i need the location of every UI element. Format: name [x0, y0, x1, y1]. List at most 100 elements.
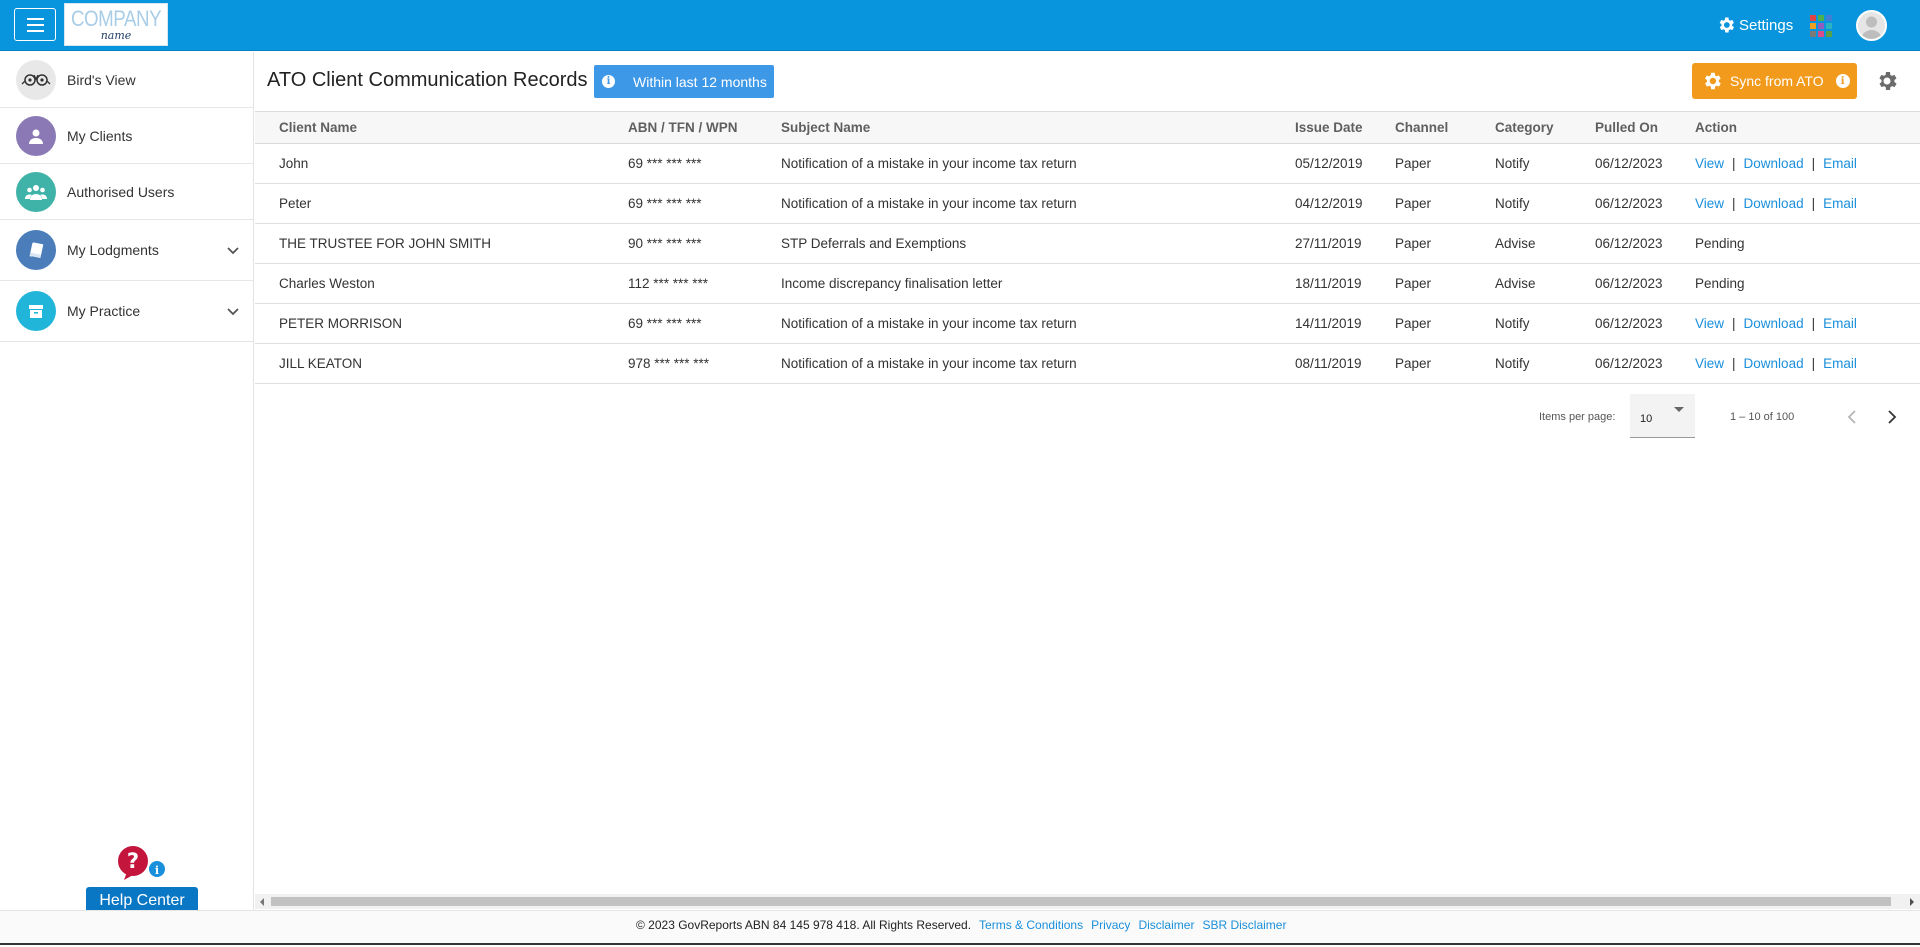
- sidebar-item-label: My Practice: [67, 303, 141, 319]
- sidebar-item-label: Authorised Users: [67, 183, 175, 200]
- view-link[interactable]: View: [1695, 356, 1724, 371]
- terms-link[interactable]: Terms & Conditions: [979, 918, 1083, 932]
- menu-button[interactable]: [14, 8, 56, 41]
- page-size-value: 10: [1640, 413, 1653, 425]
- pulled-on-cell: 06/12/2023: [1595, 276, 1663, 291]
- email-link[interactable]: Email: [1823, 196, 1857, 211]
- gear-icon: [1719, 17, 1734, 33]
- user-icon: [16, 115, 56, 156]
- abn-cell: 69 *** *** ***: [628, 156, 702, 171]
- logo-line2: name: [100, 29, 132, 42]
- channel-cell: Paper: [1395, 356, 1432, 371]
- sidebar-item-my-clients[interactable]: My Clients: [0, 108, 253, 164]
- sidebar-item-authorised-users[interactable]: Authorised Users: [0, 164, 253, 220]
- issue-date-cell: 27/11/2019: [1295, 236, 1362, 251]
- column-header-category[interactable]: Category: [1495, 111, 1595, 144]
- date-filter-label: Within last 12 months: [633, 73, 767, 90]
- channel-cell: Paper: [1395, 276, 1432, 291]
- client-name-cell: JILL KEATON: [279, 356, 363, 371]
- settings-link[interactable]: Settings: [1716, 15, 1793, 35]
- table-settings-gear-icon[interactable]: [1875, 69, 1899, 93]
- view-link[interactable]: View: [1695, 196, 1724, 211]
- subject-cell: Notification of a mistake in your income…: [781, 156, 1077, 171]
- sbr-disclaimer-link[interactable]: SBR Disclaimer: [1202, 918, 1286, 932]
- status-text: Pending: [1695, 276, 1745, 291]
- sync-label: Sync from ATO: [1730, 73, 1824, 89]
- user-avatar-icon[interactable]: [1856, 10, 1887, 41]
- table-row: John 69 *** *** *** Notification of a mist…: [255, 144, 1920, 184]
- table-row: JILL KEATON 978 *** *** *** Notification o…: [255, 344, 1920, 384]
- category-cell: Advise: [1495, 236, 1536, 251]
- svg-text:?: ?: [127, 849, 139, 873]
- sidebar-item-birds-view[interactable]: Bird's View: [0, 52, 253, 108]
- channel-cell: Paper: [1395, 316, 1432, 331]
- view-link[interactable]: View: [1695, 316, 1724, 331]
- page-title: ATO Client Communication Records: [267, 69, 588, 91]
- category-cell: Advise: [1495, 276, 1536, 291]
- next-page-button[interactable]: [1881, 406, 1903, 428]
- issue-date-cell: 08/11/2019: [1295, 356, 1362, 371]
- column-header-issue-date[interactable]: Issue Date: [1295, 111, 1395, 144]
- column-header-pulled-on[interactable]: Pulled On: [1595, 111, 1695, 144]
- main-content: ATO Client Communication Records i Withi…: [255, 52, 1920, 910]
- column-header-channel[interactable]: Channel: [1395, 111, 1495, 144]
- scrollbar-thumb[interactable]: [271, 897, 1891, 906]
- help-question-icon: ? i: [118, 846, 165, 880]
- items-per-page-select[interactable]: 10: [1630, 394, 1695, 438]
- sidebar-item-label: My Clients: [67, 127, 133, 144]
- email-link[interactable]: Email: [1823, 316, 1857, 331]
- sync-from-ato-button[interactable]: Sync from ATO i: [1692, 63, 1857, 99]
- action-separator: |: [1811, 356, 1816, 371]
- issue-date-cell: 05/12/2019: [1295, 156, 1363, 171]
- client-name-cell: John: [279, 156, 309, 171]
- apps-grid-icon[interactable]: [1810, 15, 1832, 37]
- date-filter-badge[interactable]: i Within last 12 months: [594, 65, 774, 98]
- top-navbar: COMPANY name Settings: [0, 0, 1920, 51]
- column-header-client-name[interactable]: Client Name: [255, 111, 628, 144]
- table-row: PETER MORRISON 69 *** *** *** Notification…: [255, 304, 1920, 344]
- column-header-abn[interactable]: ABN / TFN / WPN: [628, 111, 781, 144]
- scroll-right-arrow-icon[interactable]: [1910, 898, 1914, 906]
- column-header-subject[interactable]: Subject Name: [781, 111, 1295, 144]
- privacy-link[interactable]: Privacy: [1091, 918, 1130, 932]
- chevron-down-icon[interactable]: [226, 243, 240, 257]
- download-link[interactable]: Download: [1744, 156, 1804, 171]
- issue-date-cell: 14/11/2019: [1295, 316, 1362, 331]
- email-link[interactable]: Email: [1823, 356, 1857, 371]
- action-separator: |: [1811, 316, 1816, 331]
- action-cell: View | Download | Email: [1695, 304, 1920, 344]
- action-cell: View | Download | Email: [1695, 344, 1920, 384]
- download-link[interactable]: Download: [1744, 196, 1804, 211]
- action-separator: |: [1732, 156, 1736, 171]
- copyright-text: © 2023 GovReports ABN 84 145 978 418. Al…: [636, 918, 972, 932]
- action-separator: |: [1732, 356, 1736, 371]
- sidebar-item-label: Bird's View: [67, 71, 136, 88]
- abn-cell: 69 *** *** ***: [628, 316, 702, 331]
- users-icon: [16, 171, 56, 212]
- menu-icon: [26, 17, 44, 20]
- caret-down-icon: [1674, 407, 1684, 412]
- company-logo[interactable]: COMPANY name: [64, 3, 168, 46]
- disclaimer-link[interactable]: Disclaimer: [1138, 918, 1194, 932]
- pulled-on-cell: 06/12/2023: [1595, 316, 1663, 331]
- channel-cell: Paper: [1395, 196, 1432, 211]
- client-name-cell: Peter: [279, 196, 312, 211]
- category-cell: Notify: [1495, 356, 1530, 371]
- sidebar-item-my-lodgments[interactable]: My Lodgments: [0, 220, 253, 281]
- action-separator: |: [1732, 196, 1736, 211]
- download-link[interactable]: Download: [1744, 356, 1804, 371]
- email-link[interactable]: Email: [1823, 156, 1857, 171]
- view-link[interactable]: View: [1695, 156, 1724, 171]
- category-cell: Notify: [1495, 316, 1530, 331]
- sidebar-item-my-practice[interactable]: My Practice: [0, 281, 253, 342]
- info-icon[interactable]: i: [1835, 74, 1850, 88]
- pulled-on-cell: 06/12/2023: [1595, 236, 1663, 251]
- horizontal-scrollbar[interactable]: [255, 894, 1920, 909]
- previous-page-button[interactable]: [1841, 406, 1863, 428]
- paginator: Items per page: 10 1 – 10 of 100: [255, 394, 1920, 440]
- chevron-down-icon[interactable]: [226, 304, 240, 318]
- scroll-left-arrow-icon[interactable]: [260, 898, 264, 906]
- action-separator: |: [1732, 316, 1736, 331]
- download-link[interactable]: Download: [1744, 316, 1804, 331]
- abn-cell: 112 *** *** ***: [628, 276, 709, 291]
